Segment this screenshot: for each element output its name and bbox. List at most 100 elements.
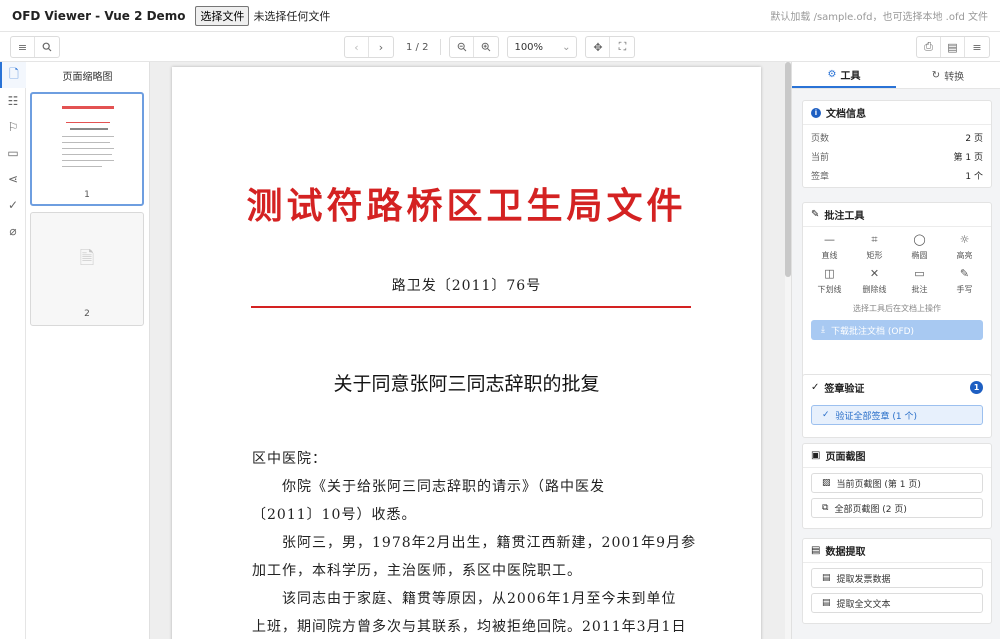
body-line: 区中医院： [252, 451, 327, 467]
extract-invoice-label: 提取发票数据 [836, 574, 891, 585]
info-value: 第 1 页 [953, 153, 983, 163]
signature-card: ✓ 签章验证 1 ✓ 验证全部签章 (1 个) [802, 374, 992, 438]
zoom-select[interactable]: 100% ⌄ [507, 36, 578, 58]
signature-count-badge: 1 [970, 380, 983, 394]
pen-icon: ✎ [959, 267, 970, 280]
body-line: 你院《关于给张阿三同志辞职的请示》（路中医发 [252, 479, 605, 495]
prev-page-button[interactable]: ‹ [345, 37, 369, 57]
toolbar-divider [440, 39, 442, 55]
tool-label: 椭圆 [911, 251, 928, 260]
tool-label: 矩形 [866, 251, 883, 260]
choose-file-button[interactable]: 选择文件 [195, 5, 250, 26]
fullscreen-button[interactable]: ⛶ [610, 37, 634, 57]
toolbar: ≡ ‹ › 1 / 2 100% ⌄ ✥ ⛶ ⎙ ▤ ≡ [0, 32, 1000, 62]
search-button[interactable] [35, 37, 59, 57]
zoom-in-button[interactable] [474, 37, 498, 57]
info-row-signatures: 签章 1 个 [803, 166, 991, 185]
rail-share[interactable]: ⋖ [0, 166, 26, 192]
extract-title: 数据提取 [825, 547, 866, 558]
download-annotated-button[interactable]: ⤓ 下载批注文档 (OFD) [811, 320, 983, 340]
sliders-icon: ☷ [7, 94, 19, 108]
info-icon: i [811, 107, 821, 118]
rail-adjust[interactable]: ☷ [0, 88, 26, 114]
zoom-value: 100% [514, 41, 544, 53]
thumbnail-preview [32, 94, 142, 190]
line-icon: — [824, 233, 835, 246]
gear-icon: ⚙ [827, 68, 837, 80]
screenshot-current-button[interactable]: ▨ 当前页截图 (第 1 页) [811, 473, 983, 493]
tab-convert-label: 转换 [944, 71, 965, 83]
thumbnail-page-2[interactable]: 🗎 2 [30, 212, 144, 326]
info-row-pages: 页数 2 页 [803, 128, 991, 147]
comment-icon: ▭ [914, 267, 925, 280]
fit-page-button[interactable]: ✥ [586, 37, 611, 57]
thumbnail-number: 1 [84, 190, 90, 200]
screenshot-header: ▣ 页面截图 [803, 444, 991, 468]
crop-icon: ⌗ [871, 233, 878, 246]
verify-signatures-button[interactable]: ✓ 验证全部签章 (1 个) [811, 405, 983, 425]
document-button[interactable]: ▤ [941, 37, 965, 57]
annotation-header: ✎ 批注工具 [803, 203, 991, 227]
zoom-out-icon [457, 42, 467, 52]
rail-comments[interactable]: ▭ [0, 140, 26, 166]
panel-tabs: ⚙ 工具 ↻ 转换 [792, 62, 1000, 89]
right-panel: ⚙ 工具 ↻ 转换 i 文档信息 页数 2 页 当前第 1 页 签章 1 个 ✎ 批注工具 … [791, 62, 1000, 639]
thumbnail-page-1[interactable]: 1 [30, 92, 144, 206]
rail-thumbnails[interactable]: 🗋 [0, 62, 26, 88]
next-page-button[interactable]: › [369, 37, 393, 57]
page-icon: 🗋 [9, 66, 19, 81]
info-value: 1 个 [965, 172, 983, 182]
extract-fulltext-button[interactable]: ▤ 提取全文文本 [811, 593, 983, 613]
document-icon: ▤ [947, 40, 958, 54]
menu-toggle-button[interactable]: ≡ [11, 37, 35, 57]
info-key: 签章 [811, 172, 830, 182]
print-icon: ⎙ [924, 40, 933, 53]
rail-attachments[interactable]: ⌀ [0, 218, 26, 244]
info-key: 当前 [811, 153, 830, 163]
extract-fulltext-label: 提取全文文本 [836, 599, 891, 610]
print-button[interactable]: ⎙ [917, 37, 941, 57]
tool-strikethrough[interactable]: ✕ 删除线 [852, 267, 897, 295]
sidebar-rail: 🗋 ☷ ⚐ ▭ ⋖ ✓ ⌀ [0, 62, 26, 639]
bookmark-icon: ⚐ [7, 120, 19, 134]
extract-invoice-button[interactable]: ▤ 提取发票数据 [811, 568, 983, 588]
image-icon: ▨ [822, 478, 831, 488]
info-row-current: 当前 第 1 页 [803, 147, 991, 166]
tool-underline[interactable]: ◫ 下划线 [807, 267, 852, 295]
more-menu-button[interactable]: ≡ [965, 37, 989, 57]
tool-line[interactable]: — 直线 [807, 233, 852, 261]
tool-comment[interactable]: ▭ 批注 [897, 267, 942, 295]
comment-icon: ▭ [7, 146, 19, 160]
ellipse-icon: ◯ [913, 233, 926, 246]
chevron-right-icon: › [378, 40, 384, 54]
tool-handwrite[interactable]: ✎ 手写 [942, 267, 987, 295]
check-circle-icon: ✓ [811, 381, 820, 393]
download-icon: ⤓ [821, 325, 825, 335]
doc-info-title: 文档信息 [826, 109, 866, 120]
rail-bookmarks[interactable]: ⚐ [0, 114, 26, 140]
signature-header: ✓ 签章验证 1 [803, 375, 991, 399]
document-number: 路卫发〔2011〕76号 [391, 278, 542, 294]
tool-label: 手写 [956, 285, 973, 294]
body-line: 上班，期间院方曾多次与其联系，均被拒绝回院。2011年3月1日 [252, 619, 687, 635]
screenshot-all-button[interactable]: ⧉ 全部页截图 (2 页) [811, 498, 983, 518]
extract-card: ▤ 数据提取 ▤ 提取发票数据 ▤ 提取全文文本 [802, 538, 992, 624]
chevron-down-icon: ⌄ [562, 41, 571, 53]
verify-label: 验证全部签章 (1 个) [835, 411, 918, 422]
tab-tools[interactable]: ⚙ 工具 [792, 62, 896, 88]
tool-highlight[interactable]: ☼ 高亮 [942, 233, 987, 261]
tab-convert[interactable]: ↻ 转换 [896, 62, 1000, 88]
body-line: 〔2011〕10号）收悉。 [252, 507, 417, 523]
zoom-out-button[interactable] [450, 37, 475, 57]
tool-rectangle[interactable]: ⌗ 矩形 [852, 233, 897, 261]
tool-ellipse[interactable]: ◯ 椭圆 [897, 233, 942, 261]
annotation-title: 批注工具 [824, 211, 865, 222]
red-divider [251, 306, 691, 308]
tool-label: 删除线 [862, 285, 887, 294]
refresh-icon: ↻ [931, 69, 941, 81]
app-title: OFD Viewer - Vue 2 Demo [12, 8, 186, 23]
thumbnails-title: 页面缩略图 [62, 72, 113, 83]
rail-verify[interactable]: ✓ [0, 192, 26, 218]
document-viewer[interactable]: 测试符路桥区卫生局文件 路卫发〔2011〕76号 关于同意张阿三同志辞职的批复 … [150, 62, 791, 639]
right-tool-group: ⎙ ▤ ≡ [916, 36, 990, 58]
